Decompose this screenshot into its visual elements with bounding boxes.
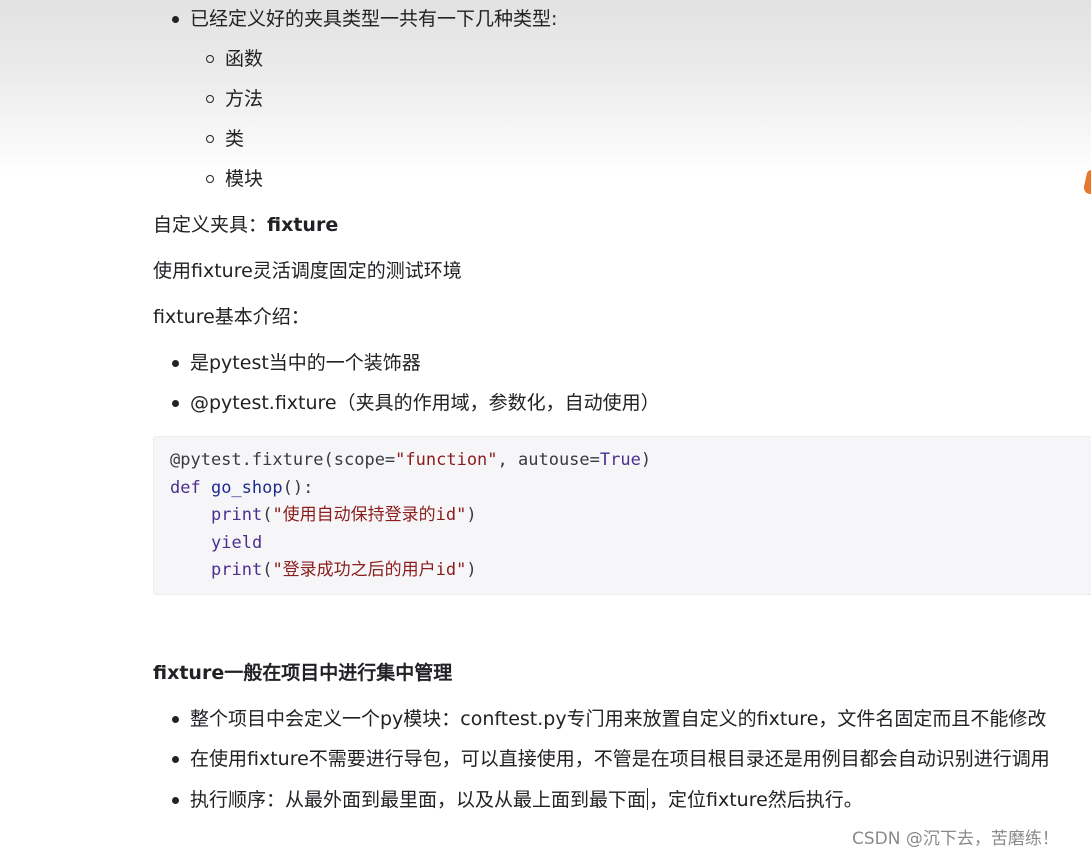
csdn-watermark: CSDN @沉下去，苦磨练！ xyxy=(852,829,1059,849)
mgmt-bullet-conftest: 整个项目中会定义一个py模块：conftest.py专门用来放置自定义的fixt… xyxy=(190,708,1047,730)
fixture-types-intro: 已经定义好的夹具类型一共有一下几种类型: xyxy=(190,8,558,30)
code-line-3: print("使用自动保持登录的id") xyxy=(211,503,477,527)
code-line-2: def go_shop(): xyxy=(170,476,313,500)
sub-bullet-ring xyxy=(206,175,214,183)
code-paren: ) xyxy=(466,560,477,580)
code-keyword: def xyxy=(170,478,201,498)
mgmt-bullet-no-import: 在使用fixture不需要进行导包，可以直接使用，不管是在项目根目录还是用例目都… xyxy=(190,748,1050,770)
code-line-4: yield xyxy=(211,531,262,555)
bullet-dot xyxy=(172,716,179,723)
custom-fixture-keyword: fixture xyxy=(267,214,339,236)
sub-item-module: 模块 xyxy=(225,168,264,190)
order-text-start: 执行顺序：从最外面到最里面，以及从最上面到最下面 xyxy=(190,789,647,811)
code-paren: ( xyxy=(262,505,273,525)
custom-fixture-line: 自定义夹具：fixture xyxy=(153,212,338,238)
code-line-1: @pytest.fixture(scope="function", autous… xyxy=(170,448,651,472)
code-block[interactable]: @pytest.fixture(scope="function", autous… xyxy=(153,436,1091,595)
code-string: "登录成功之后的用户id" xyxy=(272,560,467,580)
sub-bullet-ring xyxy=(206,55,214,63)
code-constant: True xyxy=(599,450,641,470)
code-string: "function" xyxy=(395,450,498,470)
code-decorator: @pytest.fixture(scope= xyxy=(170,450,396,470)
sub-bullet-ring xyxy=(206,95,214,103)
sub-bullet-ring xyxy=(206,135,214,143)
section-heading: fixture一般在项目中进行集中管理 xyxy=(153,662,453,684)
bullet-dot xyxy=(172,756,179,763)
code-paren: ) xyxy=(640,450,652,470)
code-keyword: yield xyxy=(211,533,263,553)
custom-fixture-label: 自定义夹具： xyxy=(153,214,268,236)
code-paren: ( xyxy=(262,560,273,580)
bullet-dot xyxy=(172,360,179,367)
code-paren: (): xyxy=(282,478,314,498)
code-line-5: print("登录成功之后的用户id") xyxy=(211,558,477,582)
code-builtin: print xyxy=(211,505,263,525)
code-paren: ) xyxy=(466,505,477,525)
bullet-dot xyxy=(172,797,179,804)
sub-item-function: 函数 xyxy=(225,48,264,70)
code-arg: , autouse= xyxy=(497,450,600,470)
order-text-end: ，定位fixture然后执行。 xyxy=(649,789,863,811)
code-string: "使用自动保持登录的id" xyxy=(272,505,467,525)
bullet-dot xyxy=(172,16,179,23)
sub-item-class: 类 xyxy=(225,128,245,150)
usage-paragraph: 使用fixture灵活调度固定的测试环境 xyxy=(153,260,462,282)
code-builtin: print xyxy=(211,560,263,580)
code-function-name: go_shop xyxy=(200,478,283,498)
text-cursor xyxy=(647,788,649,810)
intro-paragraph: fixture基本介绍： xyxy=(153,306,310,328)
sub-item-method: 方法 xyxy=(225,88,264,110)
bullet-dot xyxy=(172,400,179,407)
article-content: 已经定义好的夹具类型一共有一下几种类型: 函数 方法 类 模块 自定义夹具：fi… xyxy=(0,0,1091,855)
mgmt-bullet-order: 执行顺序：从最外面到最里面，以及从最上面到最下面 ，定位fixture然后执行。 xyxy=(190,787,863,813)
intro-bullet-signature: @pytest.fixture（夹具的作用域，参数化，自动使用） xyxy=(190,392,660,414)
intro-bullet-decorator: 是pytest当中的一个装饰器 xyxy=(190,352,421,374)
